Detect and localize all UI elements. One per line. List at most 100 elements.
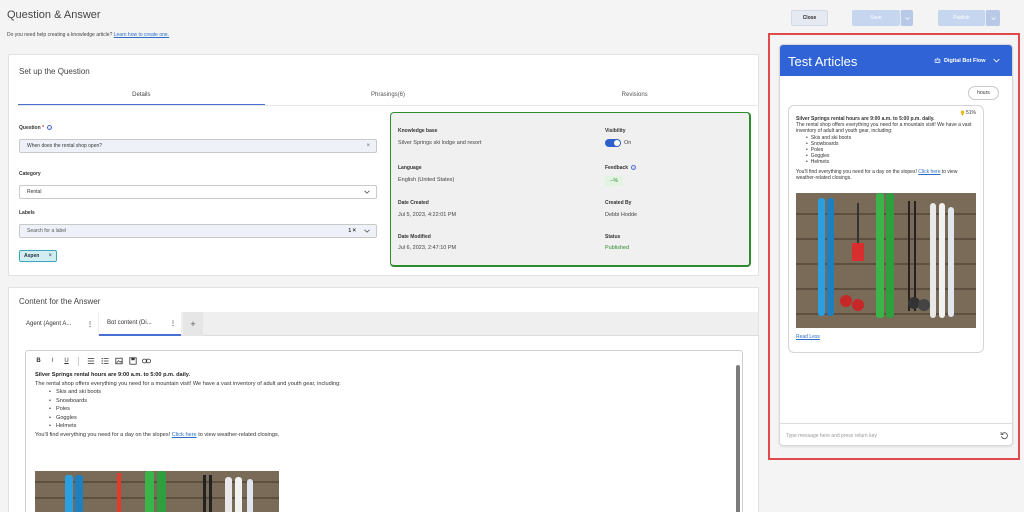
chevron-down-icon [904,16,910,20]
list-item: Helmets [806,159,976,165]
created-by-value: Debbi Hodde [605,212,638,218]
answer-headline: Silver Springs rental hours are 9:00 a.m… [796,116,935,122]
chevron-down-icon [364,190,370,194]
setup-title: Set up the Question [19,67,90,76]
help-link[interactable]: Learn how to create one. [114,32,169,38]
chat-title: Test Articles [788,54,858,69]
tab-agent[interactable]: Agent (Agent A... ⋮ [18,312,98,336]
question-value: When does the rental shop open? [27,143,103,149]
editor-scrollbar[interactable] [736,365,740,512]
page-title: Question & Answer [7,9,101,21]
date-modified-value: Jul 6, 2023, 2:47:10 PM [398,245,457,251]
kb-label: Knowledge base [398,128,438,134]
visibility-toggle[interactable] [605,139,621,147]
chat-header: Test Articles Digital Bot Flow [780,45,1012,76]
kb-value: Silver Springs ski lodge and resort [398,140,482,146]
editor-outro: You'll find everything you need for a da… [35,431,280,438]
publish-button[interactable]: Publish [938,10,985,26]
help-text: Do you need help creating a knowledge ar… [7,32,113,38]
question-label: Question * i [19,125,53,131]
category-select[interactable]: Rental [19,185,377,199]
tab-bot-content[interactable]: Bot content (Di... ⋮ [99,312,181,336]
rich-text-editor[interactable]: B I U Silver Springs rental hours are 9:… [25,350,743,512]
list-item: Poles [49,405,635,414]
link-icon[interactable] [142,357,151,366]
underline-icon[interactable]: U [62,357,71,366]
date-modified-label: Date Modified [398,234,431,240]
status-label: Status [605,234,621,240]
answer-intro: The rental shop offers everything you ne… [796,122,972,135]
save-dropdown-button[interactable] [900,10,913,26]
editor-headline: Silver Springs rental hours are 9:00 a.m… [35,372,191,378]
list-item: Snowboards [49,397,635,406]
bot-flow-selector[interactable]: Digital Bot Flow [934,57,1000,64]
chat-message-input[interactable]: Type message here and press return key [780,423,1012,445]
bot-answer-text: Silver Springs rental hours are 9:00 a.m… [796,116,976,181]
chevron-down-icon [992,58,1000,63]
close-button[interactable]: Close [791,10,828,26]
chevron-down-icon[interactable] [363,227,371,235]
tab-revisions[interactable]: Revisions [511,88,758,105]
chevron-down-icon [990,16,996,20]
chat-input-placeholder: Type message here and press return key [786,432,877,439]
tab-details[interactable]: Details [18,88,265,105]
language-label: Language [398,165,422,171]
setup-tabs: Details Phrasings(6) Revisions [18,88,758,106]
list-item: Skis and ski boots [49,388,635,397]
add-tab-button[interactable]: + [183,312,203,336]
tag-label: Aspen [24,253,40,259]
editor-text: Silver Springs rental hours are 9:00 a.m… [35,371,635,439]
list-item: Goggles [49,414,635,423]
help-line: Do you need help creating a knowledge ar… [7,32,169,38]
user-message: hours [968,86,999,100]
click-here-link[interactable]: Click here [172,432,197,438]
refresh-icon[interactable] [1000,431,1009,440]
labels-search-input[interactable]: Search for a label 1 × [19,224,377,238]
content-title: Content for the Answer [19,297,101,306]
ski-equipment-image [35,471,279,512]
list-item: Helmets [49,422,635,431]
ski-equipment-image [796,193,976,328]
labels-label: Labels [19,210,35,216]
question-field[interactable]: When does the rental shop open? × [19,139,377,153]
editor-list: Skis and ski boots Snowboards Poles Gogg… [35,388,635,431]
tab-phrasings[interactable]: Phrasings(6) [265,88,512,105]
bold-icon[interactable]: B [34,357,43,366]
clear-icon[interactable]: × [366,143,370,149]
click-here-link[interactable]: Click here [918,169,940,175]
info-icon[interactable]: i [631,165,637,171]
kebab-menu-icon[interactable]: ⋮ [170,320,176,327]
created-by-label: Created By [605,200,632,206]
bot-flow-label: Digital Bot Flow [944,57,986,64]
language-value: English (United States) [398,177,455,183]
content-card: Content for the Answer Agent (Agent A...… [8,287,759,512]
editor-intro: The rental shop offers everything you ne… [35,380,341,387]
image-icon[interactable] [114,357,123,366]
category-value: Rental [27,189,42,195]
answer-list: Skis and ski boots Snowboards Poles Gogg… [796,135,976,166]
save-button[interactable]: Save [852,10,900,26]
test-articles-panel: Test Articles Digital Bot Flow hours 51%… [779,44,1013,446]
remove-tag-icon[interactable]: × [48,253,52,259]
bot-answer-bubble: 51% Silver Springs rental hours are 9:00… [788,105,984,353]
chat-body: hours 51% Silver Springs rental hours ar… [780,76,1012,423]
date-created-label: Date Created [398,200,429,206]
feedback-label: Feedback i [605,165,637,171]
read-less-link[interactable]: Read Less [796,334,820,340]
details-panel: Knowledge base Silver Springs ski lodge … [390,112,751,267]
numbered-list-icon[interactable] [100,357,109,366]
app-root: Question & Answer Do you need help creat… [0,0,1024,512]
category-label: Category [19,171,41,177]
visibility-value: On [624,140,632,146]
date-created-value: Jul 5, 2023, 4:22:01 PM [398,212,457,218]
save-icon[interactable] [128,357,137,366]
kebab-menu-icon[interactable]: ⋮ [87,321,93,328]
bulleted-list-icon[interactable] [86,357,95,366]
italic-icon[interactable]: I [48,357,57,366]
info-icon[interactable]: i [47,125,53,131]
toolbar-divider [78,356,79,366]
content-tabs: Agent (Agent A... ⋮ Bot content (Di... ⋮… [18,312,758,336]
publish-dropdown-button[interactable] [985,10,1000,26]
clear-icon[interactable]: × [352,228,356,234]
labels-count: 1 × [348,228,356,234]
